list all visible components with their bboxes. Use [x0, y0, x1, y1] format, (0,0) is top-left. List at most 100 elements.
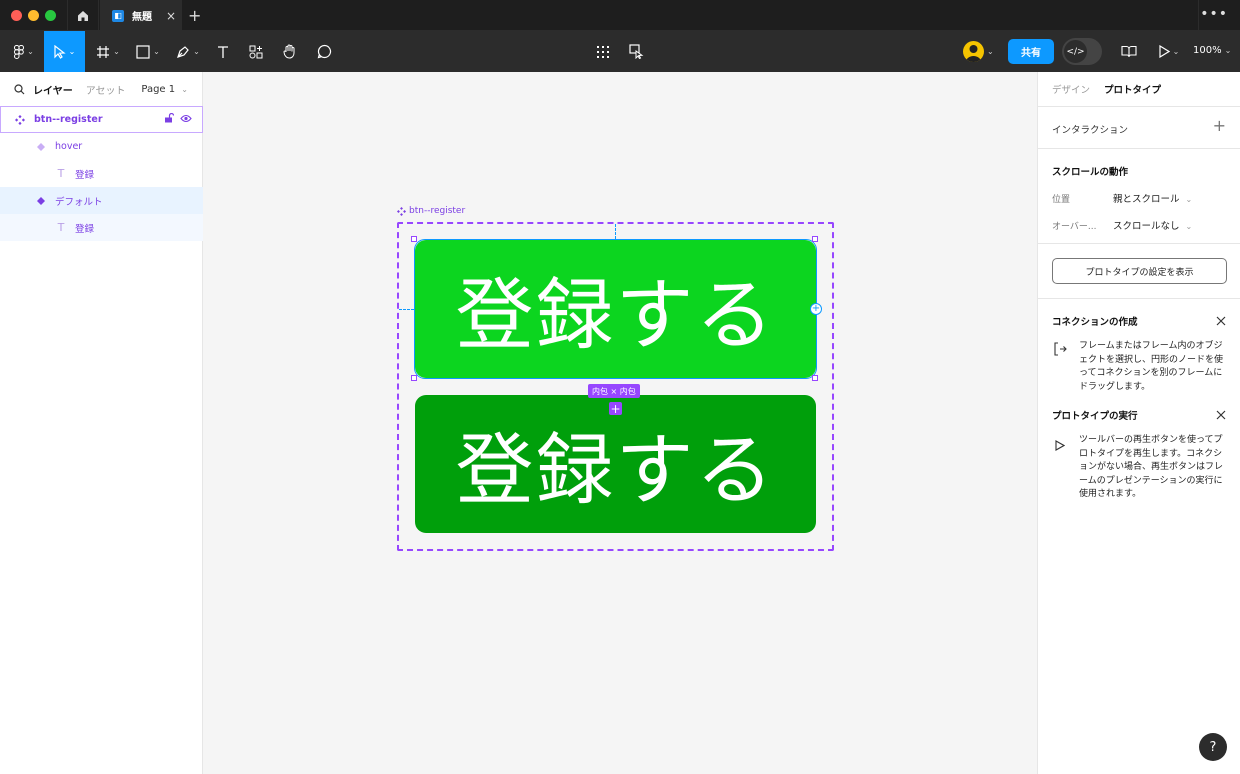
page-selector[interactable]: Page 1 ⌄	[141, 84, 188, 95]
comment-icon	[317, 44, 331, 59]
library-button[interactable]	[1117, 31, 1141, 72]
minimize-window-button[interactable]	[28, 10, 39, 21]
chevron-down-icon: ⌄	[1224, 46, 1232, 55]
shape-tool-button[interactable]: ⌄	[131, 31, 165, 72]
close-tab-icon[interactable]: ×	[166, 9, 176, 23]
layers-panel: レイヤー アセット Page 1 ⌄ btn--register hover T…	[0, 72, 203, 774]
layer-name: 登録	[75, 169, 95, 181]
layer-row-variant-hover[interactable]: hover	[0, 133, 203, 160]
resources-icon	[249, 45, 263, 58]
chevron-down-icon: ⌄	[987, 47, 994, 56]
search-icon[interactable]	[14, 83, 25, 95]
new-tab-button[interactable]: +	[188, 6, 201, 25]
rectangle-icon	[136, 44, 150, 59]
help-button[interactable]: ?	[1199, 733, 1227, 761]
file-tab[interactable]: ◧ 無題 ×	[100, 0, 182, 31]
resize-handle-bottom-right[interactable]	[812, 375, 818, 381]
size-badge: 内包 × 内包	[588, 384, 640, 398]
register-button-default-variant[interactable]: 登録する	[415, 395, 816, 533]
chevron-down-icon: ⌄	[181, 84, 188, 94]
share-button[interactable]: 共有	[1008, 39, 1054, 64]
spacing-guide	[615, 224, 616, 239]
pen-icon	[177, 45, 189, 58]
figma-logo-icon	[14, 44, 25, 59]
chevron-down-icon: ⌄	[153, 47, 160, 56]
interaction-section: インタラクション +	[1038, 106, 1240, 148]
grid-icon	[597, 45, 609, 58]
book-icon	[1121, 45, 1137, 58]
add-interaction-icon[interactable]: +	[1213, 116, 1226, 135]
home-button[interactable]	[67, 0, 99, 31]
present-button[interactable]: ⌄	[1154, 31, 1184, 72]
home-icon	[78, 10, 88, 21]
unlock-icon[interactable]	[164, 112, 175, 126]
connection-icon	[1054, 341, 1067, 360]
file-tab-name: 無題	[132, 12, 152, 23]
layer-row-text[interactable]: T 登録	[0, 214, 203, 241]
section-title: スクロールの動作	[1052, 167, 1129, 178]
resources-button[interactable]	[244, 31, 268, 72]
spacing-guide	[399, 309, 414, 310]
resize-handle-top-right[interactable]	[812, 236, 818, 242]
add-variant-button[interactable]: +	[609, 402, 622, 415]
frame-tool-button[interactable]: ⌄	[91, 31, 125, 72]
resize-handle-bottom-left[interactable]	[411, 375, 417, 381]
text-icon	[218, 45, 228, 58]
play-icon	[1159, 45, 1170, 58]
dev-mode-toggle[interactable]: </>	[1062, 38, 1102, 65]
section-title: コネクションの作成	[1052, 317, 1138, 328]
tab-assets[interactable]: アセット	[86, 82, 126, 97]
code-icon: </>	[1064, 40, 1087, 63]
hand-icon	[283, 44, 295, 59]
chevron-down-icon: ⌄	[113, 47, 120, 56]
tab-prototype[interactable]: プロトタイプ	[1104, 82, 1161, 96]
more-icon[interactable]: •••	[1200, 6, 1228, 22]
divider	[1198, 0, 1199, 31]
prototype-settings-section: プロトタイプの設定を表示	[1038, 243, 1240, 298]
component-set-label[interactable]: btn--register	[397, 206, 465, 216]
eye-icon[interactable]	[180, 114, 192, 126]
layers-panel-header: レイヤー アセット Page 1 ⌄	[0, 72, 202, 106]
avatar	[963, 41, 984, 62]
overflow-select[interactable]: スクロールなし ⌄	[1113, 218, 1192, 232]
pen-tool-button[interactable]: ⌄	[171, 31, 205, 72]
user-menu[interactable]: ⌄	[963, 41, 994, 62]
layer-row-text[interactable]: T 登録	[0, 160, 203, 187]
resize-handle-top-left[interactable]	[411, 236, 417, 242]
close-icon[interactable]	[1216, 405, 1226, 424]
tab-layers[interactable]: レイヤー	[33, 82, 73, 97]
zoom-menu[interactable]: 100% ⌄	[1193, 45, 1231, 56]
text-tool-button[interactable]	[211, 31, 235, 72]
connection-description: フレームまたはフレーム内のオブジェクトを選択し、円形のノードを使ってコネクション…	[1079, 341, 1224, 392]
tab-design[interactable]: デザイン	[1052, 82, 1090, 96]
button-label: 登録する	[455, 426, 776, 516]
text-layer-icon: T	[57, 221, 65, 234]
chevron-down-icon: ⌄	[1185, 222, 1193, 231]
position-select[interactable]: 親とスクロール ⌄	[1113, 191, 1192, 205]
select-frame-icon	[628, 44, 643, 59]
prototype-select-button[interactable]	[624, 31, 648, 72]
maximize-window-button[interactable]	[45, 10, 56, 21]
prototype-settings-button[interactable]: プロトタイプの設定を表示	[1052, 258, 1227, 284]
layer-row-variant-default[interactable]: デフォルト	[0, 187, 203, 214]
play-icon	[1055, 436, 1066, 455]
properties-tabs: デザイン プロトタイプ	[1038, 72, 1240, 106]
move-tool-button[interactable]: ⌄	[44, 31, 85, 72]
comment-tool-button[interactable]	[312, 31, 336, 72]
toolbar: ⌄ ⌄ ⌄ ⌄ ⌄ ⌄ 共有 </> ⌄ 100% ⌄	[0, 31, 1240, 72]
layer-row-component-set[interactable]: btn--register	[0, 106, 203, 133]
main-menu-button[interactable]: ⌄	[6, 31, 42, 72]
text-layer-icon: T	[57, 167, 65, 180]
chevron-down-icon: ⌄	[193, 47, 200, 56]
components-grid-button[interactable]	[591, 31, 615, 72]
overflow-label: オーバー...	[1052, 222, 1097, 232]
scroll-behavior-section: スクロールの動作 位置 親とスクロール ⌄ オーバー... スクロールなし ⌄	[1038, 148, 1240, 243]
layer-name: 登録	[75, 223, 95, 235]
connection-node-icon[interactable]: +	[810, 303, 822, 315]
hand-tool-button[interactable]	[278, 31, 302, 72]
component-set-icon	[397, 206, 406, 216]
close-icon[interactable]	[1216, 311, 1226, 330]
close-window-button[interactable]	[11, 10, 22, 21]
frame-icon	[97, 45, 110, 58]
register-button-hover-variant[interactable]: 登録する	[415, 240, 816, 378]
